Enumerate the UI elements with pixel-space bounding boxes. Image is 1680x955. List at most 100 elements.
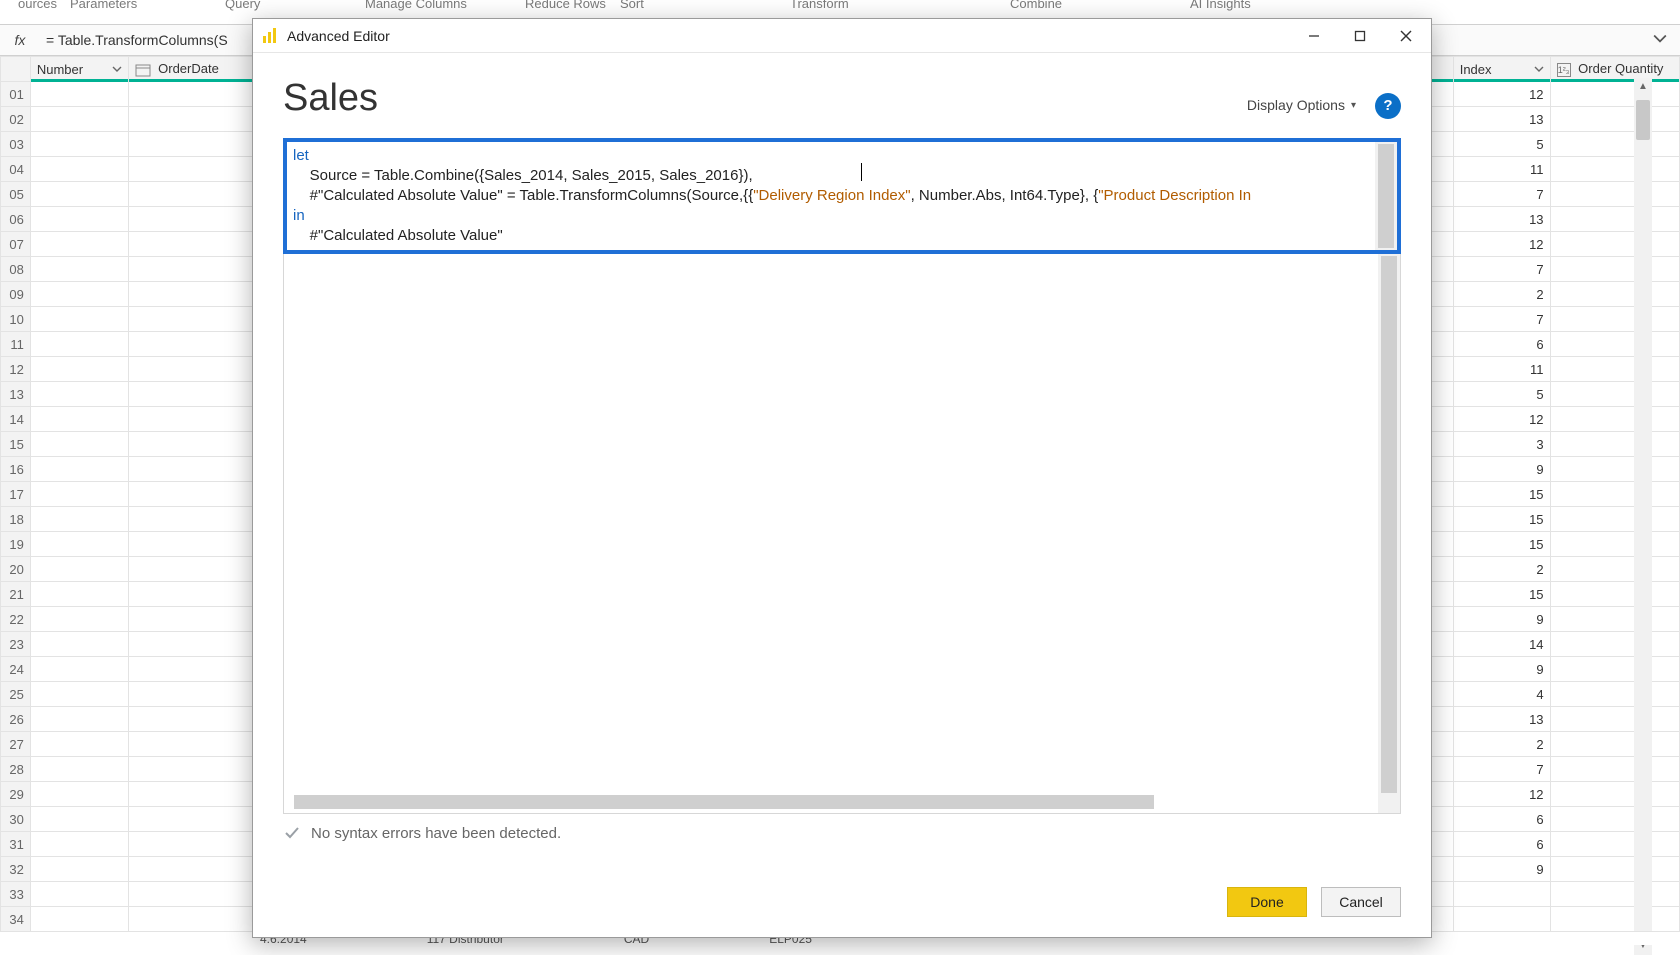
- cell[interactable]: 5: [1453, 382, 1550, 407]
- cell[interactable]: [30, 807, 128, 832]
- done-button[interactable]: Done: [1227, 887, 1307, 917]
- cell[interactable]: [30, 832, 128, 857]
- cell[interactable]: [1550, 157, 1679, 182]
- cell[interactable]: [30, 607, 128, 632]
- cell[interactable]: [30, 107, 128, 132]
- cell[interactable]: [1550, 707, 1679, 732]
- cell[interactable]: [1550, 132, 1679, 157]
- cell[interactable]: 7: [1453, 757, 1550, 782]
- cell[interactable]: 12: [1453, 782, 1550, 807]
- cell[interactable]: [30, 407, 128, 432]
- cell[interactable]: 9: [1453, 457, 1550, 482]
- cell[interactable]: [1550, 82, 1679, 107]
- cell[interactable]: [30, 907, 128, 932]
- cell[interactable]: [30, 457, 128, 482]
- code-scrollbar-horizontal[interactable]: [294, 795, 1154, 809]
- cell[interactable]: 6: [1453, 807, 1550, 832]
- cell[interactable]: [1550, 557, 1679, 582]
- cell[interactable]: 2: [1453, 732, 1550, 757]
- cell[interactable]: [30, 682, 128, 707]
- cell[interactable]: [1550, 582, 1679, 607]
- cell[interactable]: [1550, 882, 1679, 907]
- cell[interactable]: [30, 207, 128, 232]
- close-button[interactable]: [1383, 20, 1429, 52]
- cell[interactable]: 14: [1453, 632, 1550, 657]
- cell[interactable]: 13: [1453, 707, 1550, 732]
- cell[interactable]: [30, 382, 128, 407]
- cell[interactable]: [30, 257, 128, 282]
- grid-scrollbar-vertical[interactable]: ▲ ▼: [1634, 96, 1652, 937]
- cell[interactable]: [1550, 182, 1679, 207]
- column-dropdown-button[interactable]: [112, 62, 122, 77]
- cell[interactable]: [1550, 332, 1679, 357]
- cell[interactable]: [1550, 457, 1679, 482]
- column-header-index[interactable]: Index: [1453, 57, 1550, 82]
- cell[interactable]: 15: [1453, 532, 1550, 557]
- cell[interactable]: [1550, 732, 1679, 757]
- cell[interactable]: [1550, 307, 1679, 332]
- cell[interactable]: [30, 732, 128, 757]
- cell[interactable]: [30, 357, 128, 382]
- cell[interactable]: [1550, 782, 1679, 807]
- cell[interactable]: 13: [1453, 107, 1550, 132]
- cell[interactable]: [30, 632, 128, 657]
- cell[interactable]: 7: [1453, 182, 1550, 207]
- scrollbar-thumb[interactable]: [1381, 256, 1397, 793]
- cell[interactable]: [30, 332, 128, 357]
- cell[interactable]: [1453, 907, 1550, 932]
- scroll-up-arrow[interactable]: ▲: [1634, 78, 1652, 96]
- cell[interactable]: [30, 582, 128, 607]
- minimize-button[interactable]: [1291, 20, 1337, 52]
- cell[interactable]: [1550, 507, 1679, 532]
- code-editor-lower-region[interactable]: [283, 254, 1401, 814]
- cell[interactable]: [1550, 757, 1679, 782]
- cell[interactable]: [1550, 432, 1679, 457]
- dialog-titlebar[interactable]: Advanced Editor: [253, 19, 1431, 53]
- cell[interactable]: 11: [1453, 157, 1550, 182]
- cell[interactable]: 2: [1453, 282, 1550, 307]
- cell[interactable]: 12: [1453, 407, 1550, 432]
- scrollbar-thumb[interactable]: [294, 795, 1154, 809]
- cell[interactable]: [1550, 207, 1679, 232]
- cell[interactable]: [30, 232, 128, 257]
- cell[interactable]: 5: [1453, 132, 1550, 157]
- cell[interactable]: [1550, 907, 1679, 932]
- formula-expand-button[interactable]: [1640, 32, 1680, 49]
- cell[interactable]: [1453, 882, 1550, 907]
- cell[interactable]: 9: [1453, 657, 1550, 682]
- cell[interactable]: [30, 432, 128, 457]
- cell[interactable]: [1550, 232, 1679, 257]
- cancel-button[interactable]: Cancel: [1321, 887, 1401, 917]
- cell[interactable]: [30, 132, 128, 157]
- cell[interactable]: [30, 657, 128, 682]
- cell[interactable]: [1550, 607, 1679, 632]
- cell[interactable]: 7: [1453, 257, 1550, 282]
- column-header-order-quantity[interactable]: 1²₃ Order Quantity: [1550, 57, 1679, 82]
- cell[interactable]: 11: [1453, 357, 1550, 382]
- column-dropdown-button[interactable]: [1534, 62, 1544, 77]
- cell[interactable]: 15: [1453, 582, 1550, 607]
- cell[interactable]: 9: [1453, 607, 1550, 632]
- cell[interactable]: [30, 482, 128, 507]
- help-button[interactable]: ?: [1375, 93, 1401, 119]
- cell[interactable]: [1550, 357, 1679, 382]
- cell[interactable]: [1550, 807, 1679, 832]
- cell[interactable]: [30, 182, 128, 207]
- cell[interactable]: 6: [1453, 832, 1550, 857]
- cell[interactable]: [1550, 832, 1679, 857]
- cell[interactable]: 7: [1453, 307, 1550, 332]
- cell[interactable]: [30, 282, 128, 307]
- cell[interactable]: [1550, 532, 1679, 557]
- scrollbar-thumb[interactable]: [1636, 100, 1650, 140]
- cell[interactable]: [30, 557, 128, 582]
- cell[interactable]: 12: [1453, 232, 1550, 257]
- cell[interactable]: [30, 707, 128, 732]
- cell[interactable]: [1550, 857, 1679, 882]
- cell[interactable]: [30, 532, 128, 557]
- cell[interactable]: 4: [1453, 682, 1550, 707]
- cell[interactable]: 12: [1453, 82, 1550, 107]
- cell[interactable]: [30, 82, 128, 107]
- code-editor[interactable]: let Source = Table.Combine({Sales_2014, …: [287, 142, 1371, 250]
- scrollbar-thumb[interactable]: [1378, 144, 1394, 248]
- column-header-number[interactable]: Number: [30, 57, 128, 82]
